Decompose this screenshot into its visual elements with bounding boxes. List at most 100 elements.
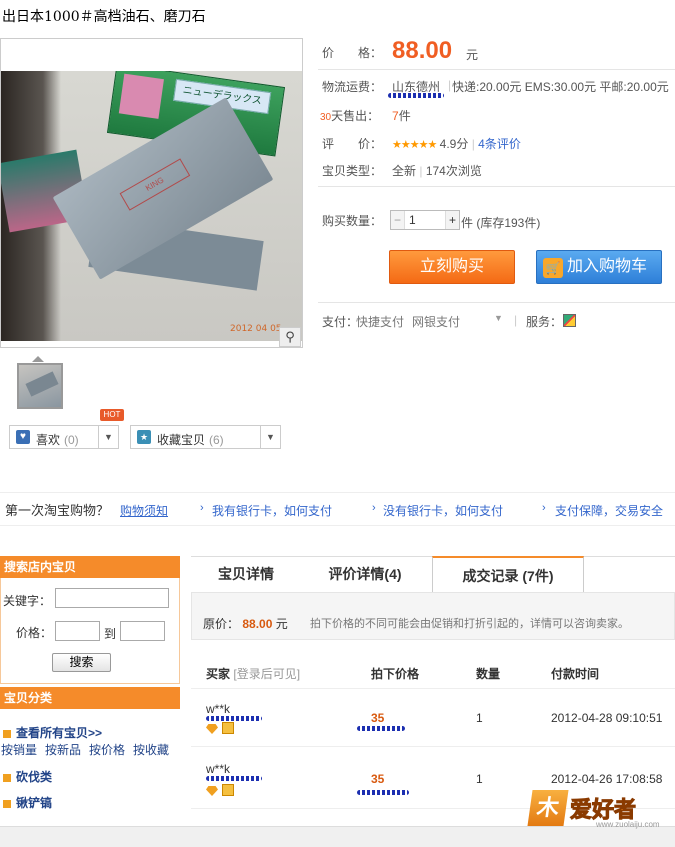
sold-value: 7	[392, 109, 399, 123]
price-to-label: 到	[104, 627, 117, 641]
row-1-price: 35	[371, 711, 385, 725]
pay-method-2: 网银支付	[412, 315, 461, 329]
stone-stamp: KING	[119, 158, 191, 211]
like-dropdown-icon[interactable]: ▼	[98, 426, 118, 448]
sort-by-favorites[interactable]: 按收藏	[133, 741, 169, 758]
search-button[interactable]: 搜索	[52, 653, 111, 672]
product-photo: ニューデラックス 1000 KING 2012 04 05	[1, 71, 302, 341]
hot-badge: HOT	[100, 409, 124, 421]
tab-transactions[interactable]: 成交记录 (7件)	[432, 556, 584, 592]
col-quantity: 数量	[476, 667, 501, 681]
row-1-badges	[206, 722, 234, 737]
stock-text: 件 (库存193件)	[461, 216, 541, 230]
favorite-label: 收藏宝贝	[157, 433, 206, 447]
zoom-icon[interactable]: ⚲	[279, 327, 301, 347]
row-2-time: 2012-04-26 17:08:58	[551, 772, 663, 786]
like-button[interactable]: ♥ 喜欢 (0) ▼	[9, 425, 119, 449]
like-label: 喜欢	[36, 433, 61, 447]
cart-icon: 🛒	[543, 258, 563, 278]
view-all-link[interactable]: 查看所有宝贝>>	[3, 724, 102, 741]
sort-by-price[interactable]: 按价格	[89, 741, 125, 758]
buy-now-button[interactable]: 立刻购买	[389, 250, 515, 284]
logo-url: www.zuolaiju.com	[596, 820, 660, 829]
keyword-label: 关键字：	[3, 594, 52, 608]
price-value: 88.00	[392, 37, 453, 64]
pay-method-1: 快捷支付	[356, 315, 405, 329]
heart-icon: ♥	[16, 430, 30, 444]
diamond-icon	[206, 724, 218, 734]
price-unit: 元	[466, 48, 479, 62]
quantity-stepper[interactable]: − 1 +	[390, 210, 460, 230]
plus-icon[interactable]: +	[445, 211, 459, 229]
quantity-label: 购买数量：	[322, 214, 383, 228]
row-2-qty: 1	[476, 772, 483, 786]
help-question: 第一次淘宝购物？	[5, 503, 110, 518]
logo-icon: 木	[527, 790, 569, 826]
tab-item-details[interactable]: 宝贝详情	[191, 556, 301, 592]
keyword-input[interactable]	[55, 588, 169, 608]
add-to-cart-label: 加入购物车	[567, 258, 648, 275]
rating-stars: ★★★★★	[392, 139, 437, 151]
minus-icon[interactable]: −	[391, 211, 405, 229]
favorite-button[interactable]: ★ 收藏宝贝 (6) ▼	[130, 425, 281, 449]
favorite-count: (6)	[209, 433, 224, 447]
rating-count-link[interactable]: 4条评价	[478, 137, 521, 151]
pay-label: 支付：	[322, 315, 359, 329]
watermark-logo: 木 爱好者 www.zuolaiju.com	[527, 786, 670, 836]
row-2-buyer: w**k	[206, 762, 231, 776]
type-value: 全新	[392, 164, 417, 178]
col-buyer: 买家	[206, 667, 231, 681]
category-title: 宝贝分类	[0, 687, 180, 709]
service-icon[interactable]	[563, 314, 576, 327]
row-1-qty: 1	[476, 711, 483, 725]
shipping-detail: 快递:20.00元 EMS:30.00元 平邮:20.00元	[452, 80, 669, 94]
shopping-guide-link[interactable]: 购物须知	[120, 502, 168, 519]
product-title: 出日本1000＃高档油石、磨刀石	[2, 9, 206, 25]
rating-label: 评 价：	[322, 137, 383, 151]
help-link-2[interactable]: 没有银行卡，如何支付	[383, 502, 503, 519]
type-label: 宝贝类型：	[322, 164, 383, 178]
type-views: 174次浏览	[425, 164, 482, 178]
category-item-2[interactable]: 锹铲镐	[3, 794, 52, 811]
thumbnail-1[interactable]	[17, 363, 63, 409]
favorite-dropdown-icon[interactable]: ▼	[260, 426, 280, 448]
price-range-label: 价格：	[16, 626, 53, 640]
service-label: 服务：	[526, 315, 563, 329]
category-item-1[interactable]: 砍伐类	[3, 768, 52, 785]
row-1-time: 2012-04-28 09:10:51	[551, 711, 663, 725]
price-label: 价 格：	[322, 46, 383, 60]
original-price-value: 88.00	[242, 617, 273, 631]
quantity-input[interactable]: 1	[409, 213, 416, 227]
rating-score: 4.9分	[439, 137, 469, 151]
sort-by-new[interactable]: 按新品	[45, 741, 81, 758]
medal-icon	[222, 722, 234, 734]
thumb-arrow-icon	[32, 356, 44, 362]
col-time: 付款时间	[551, 667, 600, 681]
sold-prefix: 30	[320, 112, 332, 123]
row-2-badges	[206, 784, 234, 799]
help-link-3[interactable]: 支付保障，交易安全	[555, 502, 663, 519]
col-buyer-hint: [登录后可见]	[233, 667, 301, 681]
favorite-icon: ★	[137, 430, 151, 444]
row-2-price: 35	[371, 772, 385, 786]
price-max-input[interactable]	[120, 621, 165, 641]
original-price-label: 原价：	[203, 617, 240, 631]
shipping-label: 物流运费：	[322, 80, 383, 94]
diamond-icon	[206, 786, 218, 796]
row-1-buyer: w**k	[206, 702, 231, 716]
store-search-title: 搜索店内宝贝	[0, 556, 180, 578]
sold-label: 天售出：	[331, 109, 380, 123]
help-link-1[interactable]: 我有银行卡，如何支付	[212, 502, 332, 519]
original-price-unit: 元	[275, 617, 288, 631]
sort-by-sales[interactable]: 按销量	[1, 741, 37, 758]
col-price: 拍下价格	[371, 667, 420, 681]
pay-dropdown-icon[interactable]: ▼	[494, 313, 503, 323]
add-to-cart-button[interactable]: 🛒 加入购物车	[536, 250, 662, 284]
main-product-image[interactable]: ニューデラックス 1000 KING 2012 04 05 ⚲	[0, 38, 303, 348]
tab-reviews[interactable]: 评价详情(4)	[305, 556, 425, 592]
price-note: 拍下价格的不同可能会由促销和打折引起的，详情可以咨询卖家。	[310, 618, 629, 630]
price-min-input[interactable]	[55, 621, 100, 641]
sold-unit: 件	[398, 109, 411, 123]
like-count: (0)	[64, 433, 79, 447]
medal-icon	[222, 784, 234, 796]
